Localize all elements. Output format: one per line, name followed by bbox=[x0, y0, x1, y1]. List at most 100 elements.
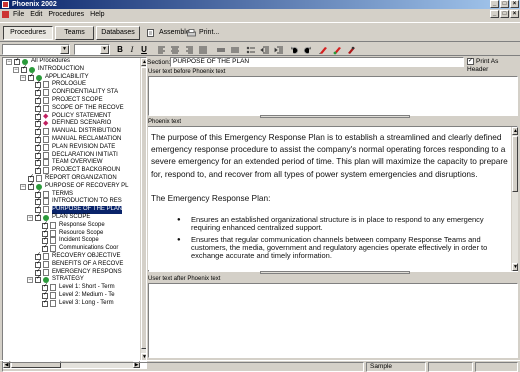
tree-node[interactable]: CONFIDENTIALITY STA bbox=[3, 88, 140, 97]
tree-checkbox[interactable] bbox=[42, 244, 48, 253]
style-combo[interactable]: ▼ bbox=[2, 44, 70, 55]
before-text-area[interactable] bbox=[148, 76, 518, 116]
tree-node[interactable]: MANUAL RECLAMATION bbox=[3, 135, 140, 144]
tree-checkbox[interactable] bbox=[35, 166, 41, 175]
tree-node[interactable]: PROLOGUE bbox=[3, 80, 140, 89]
tree-node-label: MANUAL DISTRIBUTION bbox=[52, 128, 121, 135]
tab-databases[interactable]: Databases bbox=[96, 26, 140, 40]
collapse-icon[interactable]: − bbox=[13, 66, 19, 73]
menu-procedures[interactable]: Procedures bbox=[45, 9, 87, 20]
checkbox-checked-icon bbox=[467, 57, 474, 65]
tree-node[interactable]: DECLARATION INITIATI bbox=[3, 151, 140, 160]
tree-node[interactable]: EMERGENCY RESPONS bbox=[3, 268, 140, 277]
tree-node[interactable]: TERMS bbox=[3, 190, 140, 199]
tree-node[interactable]: Level 2: Medium - Te bbox=[3, 291, 140, 300]
tree-node[interactable]: SCOPE OF THE RECOVE bbox=[3, 104, 140, 113]
tree-node[interactable]: − APPLICABILITY bbox=[3, 73, 140, 82]
tree-node-label: Resource Scope bbox=[59, 229, 104, 236]
tree-checkbox[interactable] bbox=[28, 73, 34, 81]
after-pane-label: User text after Phoenix text bbox=[148, 276, 221, 282]
scroll-up-arrow-icon[interactable]: ▲ bbox=[512, 127, 518, 135]
tree-checkbox[interactable] bbox=[28, 182, 34, 190]
section-field[interactable]: PURPOSE OF THE PLAN bbox=[170, 57, 464, 67]
print-button[interactable]: Print... bbox=[187, 26, 219, 40]
tree-node[interactable]: PLAN REVISION DATE bbox=[3, 143, 140, 152]
document-icon bbox=[43, 198, 49, 206]
tree-node[interactable]: PROJECT BACKGROUN bbox=[3, 166, 140, 175]
mdi-restore-button[interactable]: □ bbox=[500, 10, 509, 18]
mdi-minimize-button[interactable]: _ bbox=[490, 10, 499, 18]
splitter-handle-top[interactable] bbox=[260, 115, 410, 118]
increase-indent-icon bbox=[274, 46, 283, 54]
tree-node[interactable]: − STRATEGY bbox=[3, 275, 140, 284]
minimize-button[interactable]: _ bbox=[490, 0, 499, 8]
tree-node[interactable]: − PLAN SCOPE bbox=[3, 213, 140, 222]
tree-node[interactable]: INTRODUCTION TO RES bbox=[3, 197, 140, 206]
justify-icon bbox=[199, 46, 207, 54]
collapse-icon[interactable]: − bbox=[27, 214, 33, 221]
tree-node[interactable]: MANUAL DISTRIBUTION bbox=[3, 127, 140, 136]
collapse-icon[interactable]: − bbox=[20, 74, 26, 81]
close-button[interactable]: × bbox=[510, 0, 519, 8]
format-icons bbox=[158, 46, 355, 55]
scroll-down-arrow-icon[interactable]: ▼ bbox=[512, 263, 518, 271]
font-size-combo[interactable]: ▼ bbox=[74, 44, 110, 55]
tree-node-label: EMERGENCY RESPONS bbox=[52, 268, 122, 275]
document-icon[interactable] bbox=[2, 11, 9, 18]
tree-node[interactable]: PURPOSE OF THE PLAN bbox=[3, 205, 140, 214]
tree-node[interactable]: Communications Coor bbox=[3, 244, 140, 253]
tree-node[interactable]: Response Scope bbox=[3, 221, 140, 230]
underline-button[interactable]: U bbox=[140, 45, 148, 55]
tab-teams[interactable]: Teams bbox=[55, 26, 94, 40]
tree-node[interactable]: RECOVERY OBJECTIVE bbox=[3, 252, 140, 261]
tree-checkbox[interactable] bbox=[14, 58, 20, 65]
phoenix-pane-label: Phoenix text bbox=[148, 119, 182, 125]
tree-node-label: PROLOGUE bbox=[52, 81, 87, 88]
tree-checkbox[interactable] bbox=[42, 299, 48, 307]
menu-edit[interactable]: Edit bbox=[27, 9, 45, 20]
printer-icon bbox=[187, 29, 196, 37]
document-icon bbox=[43, 167, 49, 175]
after-text-area[interactable] bbox=[148, 283, 518, 358]
phoenix-document[interactable]: The purpose of this Emergency Response P… bbox=[148, 127, 511, 270]
tree-node[interactable]: BENEFITS OF A RECOVE bbox=[3, 260, 140, 269]
tree-node-label: PLAN SCOPE bbox=[52, 213, 91, 220]
italic-button[interactable]: I bbox=[128, 45, 136, 55]
document-scroll-thumb[interactable] bbox=[512, 136, 518, 192]
tree-node[interactable]: − PURPOSE OF RECOVERY PL bbox=[3, 182, 140, 191]
tree-node[interactable]: Resource Scope bbox=[3, 229, 140, 238]
tree-checkbox[interactable] bbox=[35, 275, 41, 284]
tree-node[interactable]: Level 3: Long - Term bbox=[3, 299, 140, 308]
mdi-close-button[interactable]: × bbox=[510, 10, 519, 18]
maximize-button[interactable]: □ bbox=[500, 0, 509, 8]
tree-node[interactable]: ◆DEFINED SCENARIO bbox=[3, 119, 140, 128]
splitter-handle-bottom[interactable] bbox=[260, 271, 410, 274]
collapse-icon[interactable]: − bbox=[6, 59, 12, 65]
document-vertical-scrollbar[interactable]: ▲ ▼ bbox=[511, 127, 518, 271]
tree-node[interactable]: TEAM OVERVIEW bbox=[3, 158, 140, 167]
tree-scroll-thumb[interactable] bbox=[141, 67, 146, 349]
menu-file[interactable]: File bbox=[10, 9, 27, 20]
tree-node[interactable]: Level 1: Short - Term bbox=[3, 283, 140, 292]
bold-button[interactable]: B bbox=[116, 45, 124, 55]
tree-checkbox[interactable] bbox=[35, 213, 41, 221]
tree-node[interactable]: Incident Scope bbox=[3, 236, 140, 245]
collapse-icon[interactable]: − bbox=[27, 277, 33, 284]
collapse-icon[interactable]: − bbox=[20, 183, 26, 190]
tree-node[interactable]: ◆POLICY STATEMENT bbox=[3, 112, 140, 121]
tree-node[interactable]: − INTRODUCTION bbox=[3, 65, 140, 74]
tree-node-label: DECLARATION INITIATI bbox=[52, 151, 118, 158]
tree-node[interactable]: PROJECT SCOPE bbox=[3, 96, 140, 105]
print-as-header-checkbox[interactable]: Print As Header bbox=[467, 57, 520, 74]
procedure-tree[interactable]: − All Procedures − INTRODUCTION − APPLICABILI… bbox=[2, 57, 147, 369]
document-icon bbox=[43, 159, 49, 167]
status-cell bbox=[475, 362, 518, 372]
tree-node-label: Level 3: Long - Term bbox=[59, 299, 114, 306]
tree-node[interactable]: REPORT ORGANIZATION bbox=[3, 174, 140, 183]
document-bullet-list: Ensures an established organizational st… bbox=[177, 215, 509, 260]
tree-vertical-scrollbar[interactable]: ▲ ▼ bbox=[140, 58, 146, 361]
menu-help[interactable]: Help bbox=[87, 9, 107, 20]
tab-procedures[interactable]: Procedures bbox=[3, 26, 53, 40]
list-item: Ensures an established organizational st… bbox=[177, 215, 509, 233]
tree-checkbox[interactable] bbox=[21, 65, 27, 73]
